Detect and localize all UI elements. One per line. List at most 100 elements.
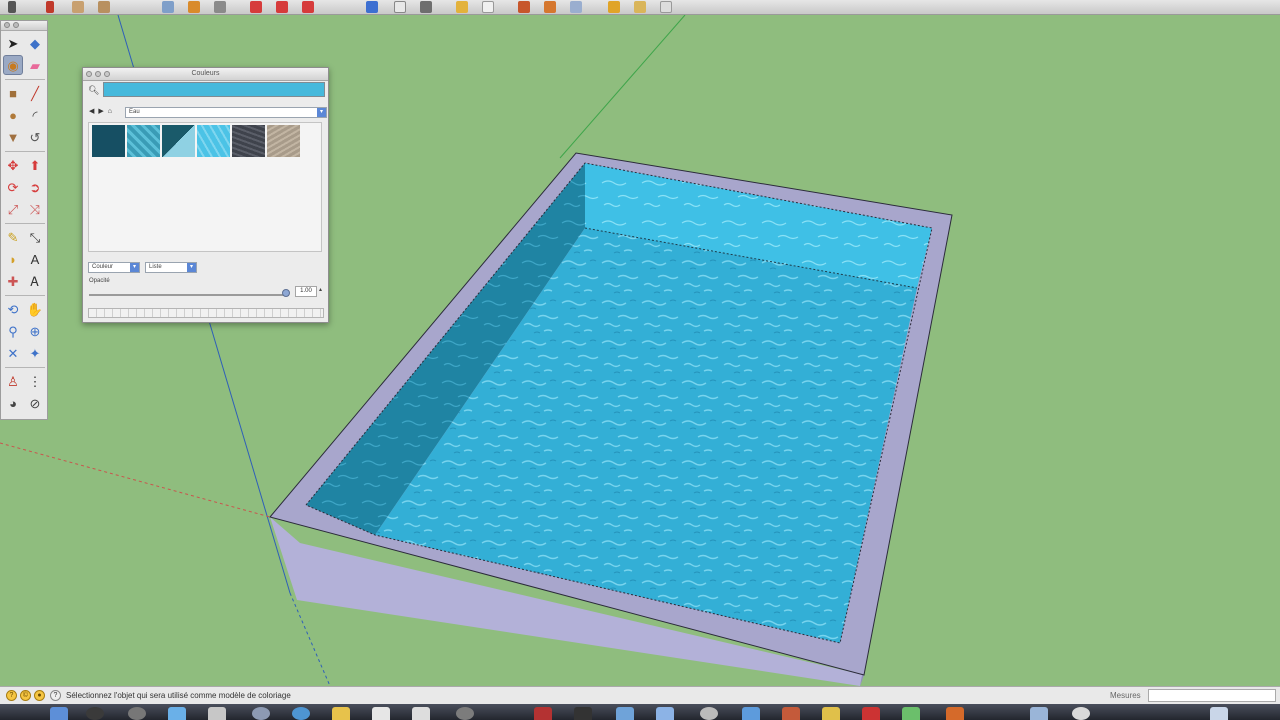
scenes-icon[interactable]	[518, 1, 530, 13]
terminal-icon[interactable]	[700, 707, 718, 720]
opacity-slider-track[interactable]	[89, 294, 289, 296]
warehouse-icon[interactable]	[608, 1, 620, 13]
system-prefs-icon[interactable]	[456, 707, 474, 720]
books-icon[interactable]	[862, 707, 880, 720]
close-icon[interactable]	[86, 71, 92, 77]
rectangle-tool-icon[interactable]: ■	[3, 83, 23, 103]
swatch-water-dark[interactable]	[162, 125, 195, 157]
extension-icon[interactable]	[660, 1, 672, 13]
opacity-value-field[interactable]: 1.00	[295, 286, 317, 297]
credits-icon[interactable]: ©	[20, 690, 31, 701]
text-icon[interactable]	[394, 1, 406, 13]
share-icon[interactable]	[634, 1, 646, 13]
mode-select[interactable]: Couleur ▾	[88, 262, 140, 273]
finder-icon[interactable]	[50, 707, 68, 720]
select-icon[interactable]	[8, 1, 16, 13]
preview-icon[interactable]	[616, 707, 634, 720]
documents-icon[interactable]	[1210, 707, 1228, 720]
chess-icon[interactable]	[782, 707, 800, 720]
photos-icon[interactable]	[292, 707, 310, 720]
forward-arrow-icon[interactable]: ▶	[98, 108, 103, 115]
minimize-icon[interactable]	[95, 71, 101, 77]
help-icon[interactable]: ?	[50, 690, 61, 701]
opacity-slider-thumb[interactable]	[282, 289, 290, 297]
maps-icon[interactable]	[902, 707, 920, 720]
app-icon[interactable]	[128, 707, 146, 720]
arc-tool-icon[interactable]: ◜	[25, 105, 45, 125]
look-around-tool-icon[interactable]: ◕	[3, 393, 23, 413]
swatch-water-light[interactable]	[197, 125, 230, 157]
downloads-icon[interactable]	[1030, 707, 1048, 720]
zoom-window-tool-icon[interactable]: ⊕	[25, 321, 45, 341]
tape-measure-tool-icon[interactable]: ✎	[3, 227, 23, 247]
geolocation-icon[interactable]: ?	[6, 690, 17, 701]
paint-bucket-tool-icon[interactable]: ◉	[3, 55, 23, 75]
app-store-icon[interactable]	[742, 707, 760, 720]
itunes-icon[interactable]	[252, 707, 270, 720]
textedit-icon[interactable]	[412, 707, 430, 720]
rotate-icon[interactable]	[214, 1, 226, 13]
walk-tool-icon[interactable]: ⋮	[25, 371, 45, 391]
shadows-icon[interactable]	[544, 1, 556, 13]
move-icon[interactable]	[162, 1, 174, 13]
notes-icon[interactable]	[332, 707, 350, 720]
select-tool-icon[interactable]: ➤	[3, 33, 23, 53]
zoom-extents-tool-icon[interactable]: ✕	[3, 343, 23, 363]
zoom-tool-icon[interactable]: ⚲	[3, 321, 23, 341]
rectangle-icon[interactable]	[72, 1, 84, 13]
mail-icon[interactable]	[208, 707, 226, 720]
video-icon[interactable]	[574, 707, 592, 720]
collection-select[interactable]: Eau ▾	[125, 107, 327, 118]
protractor-tool-icon[interactable]: ◗	[3, 249, 23, 269]
trash-icon[interactable]	[1072, 707, 1090, 720]
orbit-icon[interactable]	[250, 1, 262, 13]
previous-view-tool-icon[interactable]: ✦	[25, 343, 45, 363]
line-tool-icon[interactable]: ╱	[25, 83, 45, 103]
materials-titlebar[interactable]: Couleurs	[83, 68, 328, 81]
folder-icon[interactable]	[656, 707, 674, 720]
close-icon[interactable]	[4, 22, 10, 28]
sketchup-icon[interactable]	[534, 707, 552, 720]
music-icon[interactable]	[822, 707, 840, 720]
user-icon[interactable]: ●	[34, 690, 45, 701]
texture-select[interactable]: Liste ▾	[145, 262, 197, 273]
swatch-sand[interactable]	[267, 125, 300, 157]
minimize-icon[interactable]	[13, 22, 19, 28]
tape-measure-icon[interactable]	[366, 1, 378, 13]
component-tool-icon[interactable]: ◆	[25, 33, 45, 53]
paint-bucket-icon[interactable]	[188, 1, 200, 13]
push-pull-icon[interactable]	[98, 1, 110, 13]
back-arrow-icon[interactable]: ◀	[89, 108, 94, 115]
axes-tool-icon[interactable]: ✚	[3, 271, 23, 291]
pan-icon[interactable]	[276, 1, 288, 13]
swatch-water-pool[interactable]	[127, 125, 160, 157]
position-camera-tool-icon[interactable]: ♙	[3, 371, 23, 391]
section-plane-tool-icon[interactable]: ⊘	[25, 393, 45, 413]
move-tool-icon[interactable]: ✥	[3, 155, 23, 175]
pan-tool-icon[interactable]: ✋	[25, 299, 45, 319]
scale-tool-icon[interactable]: ⤢	[3, 199, 23, 219]
zoom-window-icon[interactable]	[104, 71, 110, 77]
section-icon[interactable]	[420, 1, 432, 13]
stepper-icon[interactable]: ▴	[319, 286, 322, 293]
measures-field[interactable]	[1148, 689, 1276, 702]
zoom-icon[interactable]	[302, 1, 314, 13]
dimension-tool-icon[interactable]: ⤡	[25, 227, 45, 247]
search-icon[interactable]: 🔍︎	[88, 85, 99, 96]
push-pull-tool-icon[interactable]: ⬆	[25, 155, 45, 175]
swatch-stone-dark[interactable]	[232, 125, 265, 157]
circle-tool-icon[interactable]: ●	[3, 105, 23, 125]
text-tool-icon[interactable]: A	[25, 249, 45, 269]
eraser-tool-icon[interactable]: ▰	[25, 55, 45, 75]
rotate-tool-icon[interactable]: ⟳	[3, 177, 23, 197]
components-icon[interactable]	[456, 1, 468, 13]
dashboard-icon[interactable]	[86, 707, 104, 720]
pencil-icon[interactable]	[46, 1, 54, 13]
follow-me-tool-icon[interactable]: ➲	[25, 177, 45, 197]
layers-icon[interactable]	[482, 1, 494, 13]
home-icon[interactable]: ⌂	[108, 108, 112, 115]
rocket-icon[interactable]	[946, 707, 964, 720]
polygon-tool-icon[interactable]: ▼	[3, 127, 23, 147]
swatch-water-deep[interactable]	[92, 125, 125, 157]
safari-icon[interactable]	[168, 707, 186, 720]
